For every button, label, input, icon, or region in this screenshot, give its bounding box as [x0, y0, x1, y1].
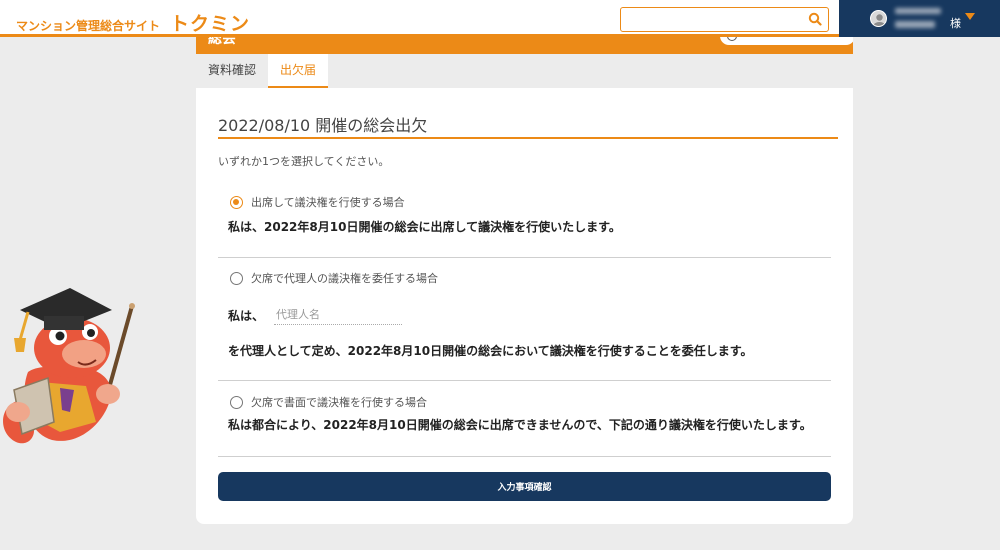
option-attend[interactable]: 出席して議決権を行使する場合 [230, 194, 405, 210]
option-attend-label: 出席して議決権を行使する場合 [251, 196, 405, 209]
section-action-pill[interactable] [720, 37, 853, 45]
tab-documents[interactable]: 資料確認 [196, 54, 268, 88]
section-header-band: 総会 [196, 37, 853, 54]
divider [218, 380, 831, 381]
option-written[interactable]: 欠席で書面で議決権を行使する場合 [230, 394, 427, 410]
proxy-name-input[interactable] [274, 305, 403, 325]
user-honorific: 様 [950, 17, 961, 30]
radio-attend[interactable] [230, 195, 243, 209]
user-menu[interactable]: 様 [839, 0, 1000, 37]
brand-name: トクミン [170, 13, 251, 35]
option-written-statement: 私は都合により、2022年8月10日開催の総会に出席できませんので、下記の通り議… [228, 418, 812, 432]
form-title: 2022/08/10 開催の総会出欠 [218, 116, 428, 135]
site-logo[interactable]: マンション管理総合サイト トクミン [16, 9, 250, 36]
option-proxy-label: 欠席で代理人の議決権を委任する場合 [251, 272, 438, 285]
search-icon[interactable] [808, 12, 822, 26]
option-proxy[interactable]: 欠席で代理人の議決権を委任する場合 [230, 270, 438, 286]
user-avatar-icon [870, 10, 887, 27]
option-attend-statement: 私は、2022年8月10日開催の総会に出席して議決権を行使いたします。 [228, 220, 621, 234]
caret-down-icon[interactable] [965, 13, 975, 20]
tab-attendance[interactable]: 出欠届 [268, 54, 329, 88]
option-written-label: 欠席で書面で議決権を行使する場合 [251, 396, 427, 409]
clock-icon [727, 37, 737, 41]
radio-written[interactable] [230, 395, 243, 409]
tab-bar: 資料確認 出欠届 [196, 54, 329, 88]
divider [218, 257, 831, 258]
search-box [620, 7, 829, 32]
instruction-text: いずれか1つを選択してください。 [218, 155, 390, 168]
search-input[interactable] [627, 8, 807, 30]
attendance-form-card: 2022/08/10 開催の総会出欠 いずれか1つを選択してください。 出席して… [196, 88, 853, 524]
mascot-illustration [3, 288, 135, 444]
user-name-redacted [895, 6, 955, 32]
option-proxy-statement: を代理人として定め、2022年8月10日開催の総会において議決権を行使することを… [228, 344, 753, 358]
proxy-prefix: 私は、 [228, 308, 265, 323]
section-title: 総会 [208, 37, 236, 47]
brand-subtitle: マンション管理総合サイト [16, 19, 161, 33]
confirm-input-button[interactable]: 入力事項確認 [218, 472, 831, 501]
title-underline [218, 137, 838, 139]
proxy-name-row: 私は、 [228, 305, 403, 325]
divider [218, 456, 831, 457]
radio-proxy[interactable] [230, 271, 243, 285]
